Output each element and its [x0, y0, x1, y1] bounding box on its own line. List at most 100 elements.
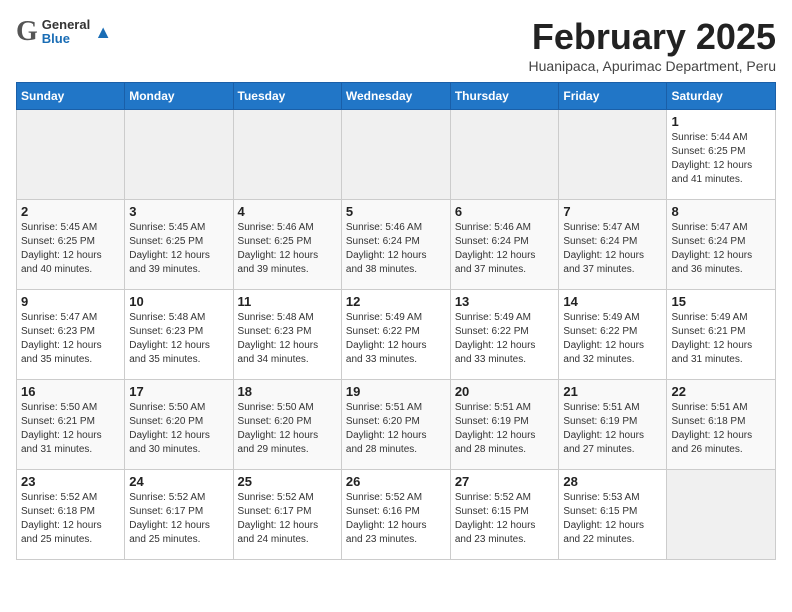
- day-info: Sunrise: 5:45 AM Sunset: 6:25 PM Dayligh…: [21, 221, 120, 277]
- calendar-cell: 2 Sunrise: 5:45 AM Sunset: 6:25 PM Daylig…: [17, 200, 125, 290]
- calendar-cell: 17 Sunrise: 5:50 AM Sunset: 6:20 PM Dayli…: [125, 380, 233, 470]
- day-number: 11: [238, 294, 337, 309]
- day-number: 9: [21, 294, 120, 309]
- day-number: 19: [346, 384, 446, 399]
- calendar-cell: 3 Sunrise: 5:45 AM Sunset: 6:25 PM Daylig…: [125, 200, 233, 290]
- calendar-cell: 6 Sunrise: 5:46 AM Sunset: 6:24 PM Daylig…: [450, 200, 559, 290]
- day-info: Sunrise: 5:51 AM Sunset: 6:20 PM Dayligh…: [346, 401, 446, 457]
- day-number: 26: [346, 474, 446, 489]
- day-info: Sunrise: 5:44 AM Sunset: 6:25 PM Dayligh…: [671, 131, 771, 187]
- title-area: February 2025 Huanipaca, Apurimac Depart…: [529, 16, 776, 74]
- weekday-header-saturday: Saturday: [667, 83, 776, 110]
- weekday-row: SundayMondayTuesdayWednesdayThursdayFrid…: [17, 83, 776, 110]
- day-info: Sunrise: 5:52 AM Sunset: 6:18 PM Dayligh…: [21, 491, 120, 547]
- day-info: Sunrise: 5:52 AM Sunset: 6:17 PM Dayligh…: [238, 491, 337, 547]
- logo-text-block: General Blue: [42, 18, 90, 47]
- day-number: 1: [671, 114, 771, 129]
- calendar-cell: 18Sunrise: 5:50 AM Sunset: 6:20 PM Dayli…: [233, 380, 341, 470]
- day-number: 27: [455, 474, 555, 489]
- header: G General Blue ▲ February 2025 Huanipaca…: [16, 16, 776, 74]
- day-number: 24: [129, 474, 228, 489]
- day-number: 22: [671, 384, 771, 399]
- calendar-cell: 5Sunrise: 5:46 AM Sunset: 6:24 PM Daylig…: [341, 200, 450, 290]
- logo-general-text: General: [42, 18, 90, 32]
- day-number: 13: [455, 294, 555, 309]
- day-info: Sunrise: 5:45 AM Sunset: 6:25 PM Dayligh…: [129, 221, 228, 277]
- calendar-cell: 4Sunrise: 5:46 AM Sunset: 6:25 PM Daylig…: [233, 200, 341, 290]
- calendar-cell: 7Sunrise: 5:47 AM Sunset: 6:24 PM Daylig…: [559, 200, 667, 290]
- day-info: Sunrise: 5:50 AM Sunset: 6:21 PM Dayligh…: [21, 401, 120, 457]
- calendar-week-3: 9 Sunrise: 5:47 AM Sunset: 6:23 PM Daylig…: [17, 290, 776, 380]
- calendar-week-1: 1 Sunrise: 5:44 AM Sunset: 6:25 PM Daylig…: [17, 110, 776, 200]
- calendar-cell: [559, 110, 667, 200]
- calendar-cell: 28 Sunrise: 5:53 AM Sunset: 6:15 PM Dayli…: [559, 470, 667, 560]
- day-info: Sunrise: 5:50 AM Sunset: 6:20 PM Dayligh…: [129, 401, 228, 457]
- weekday-header-friday: Friday: [559, 83, 667, 110]
- day-info: Sunrise: 5:49 AM Sunset: 6:22 PM Dayligh…: [346, 311, 446, 367]
- day-info: Sunrise: 5:49 AM Sunset: 6:21 PM Dayligh…: [671, 311, 771, 367]
- day-info: Sunrise: 5:47 AM Sunset: 6:24 PM Dayligh…: [563, 221, 662, 277]
- day-info: Sunrise: 5:52 AM Sunset: 6:16 PM Dayligh…: [346, 491, 446, 547]
- calendar-cell: 16 Sunrise: 5:50 AM Sunset: 6:21 PM Dayli…: [17, 380, 125, 470]
- logo-blue-text: Blue: [42, 32, 90, 46]
- calendar-cell: 22 Sunrise: 5:51 AM Sunset: 6:18 PM Dayli…: [667, 380, 776, 470]
- weekday-header-wednesday: Wednesday: [341, 83, 450, 110]
- day-number: 15: [671, 294, 771, 309]
- calendar-cell: 19 Sunrise: 5:51 AM Sunset: 6:20 PM Dayli…: [341, 380, 450, 470]
- day-info: Sunrise: 5:50 AM Sunset: 6:20 PM Dayligh…: [238, 401, 337, 457]
- calendar-header: SundayMondayTuesdayWednesdayThursdayFrid…: [17, 83, 776, 110]
- day-info: Sunrise: 5:51 AM Sunset: 6:18 PM Dayligh…: [671, 401, 771, 457]
- calendar-cell: 20Sunrise: 5:51 AM Sunset: 6:19 PM Dayli…: [450, 380, 559, 470]
- weekday-header-monday: Monday: [125, 83, 233, 110]
- calendar-cell: [125, 110, 233, 200]
- calendar-week-4: 16 Sunrise: 5:50 AM Sunset: 6:21 PM Dayli…: [17, 380, 776, 470]
- calendar-week-2: 2 Sunrise: 5:45 AM Sunset: 6:25 PM Daylig…: [17, 200, 776, 290]
- day-info: Sunrise: 5:53 AM Sunset: 6:15 PM Dayligh…: [563, 491, 662, 547]
- calendar-cell: [341, 110, 450, 200]
- day-number: 23: [21, 474, 120, 489]
- day-number: 28: [563, 474, 662, 489]
- day-info: Sunrise: 5:47 AM Sunset: 6:23 PM Dayligh…: [21, 311, 120, 367]
- day-number: 16: [21, 384, 120, 399]
- logo-g-letter: G: [16, 16, 38, 48]
- day-info: Sunrise: 5:49 AM Sunset: 6:22 PM Dayligh…: [455, 311, 555, 367]
- calendar-cell: [667, 470, 776, 560]
- day-number: 2: [21, 204, 120, 219]
- day-info: Sunrise: 5:47 AM Sunset: 6:24 PM Dayligh…: [671, 221, 771, 277]
- calendar-week-5: 23 Sunrise: 5:52 AM Sunset: 6:18 PM Dayli…: [17, 470, 776, 560]
- day-info: Sunrise: 5:49 AM Sunset: 6:22 PM Dayligh…: [563, 311, 662, 367]
- calendar-cell: 15 Sunrise: 5:49 AM Sunset: 6:21 PM Dayli…: [667, 290, 776, 380]
- calendar-cell: 1 Sunrise: 5:44 AM Sunset: 6:25 PM Daylig…: [667, 110, 776, 200]
- calendar-cell: 13 Sunrise: 5:49 AM Sunset: 6:22 PM Dayli…: [450, 290, 559, 380]
- calendar-table: SundayMondayTuesdayWednesdayThursdayFrid…: [16, 82, 776, 560]
- calendar-cell: [450, 110, 559, 200]
- calendar-cell: [17, 110, 125, 200]
- day-info: Sunrise: 5:48 AM Sunset: 6:23 PM Dayligh…: [129, 311, 228, 367]
- day-info: Sunrise: 5:46 AM Sunset: 6:24 PM Dayligh…: [346, 221, 446, 277]
- calendar-cell: 21Sunrise: 5:51 AM Sunset: 6:19 PM Dayli…: [559, 380, 667, 470]
- day-number: 17: [129, 384, 228, 399]
- calendar-cell: 10Sunrise: 5:48 AM Sunset: 6:23 PM Dayli…: [125, 290, 233, 380]
- day-number: 14: [563, 294, 662, 309]
- day-info: Sunrise: 5:48 AM Sunset: 6:23 PM Dayligh…: [238, 311, 337, 367]
- weekday-header-thursday: Thursday: [450, 83, 559, 110]
- day-number: 12: [346, 294, 446, 309]
- day-number: 6: [455, 204, 555, 219]
- day-number: 3: [129, 204, 228, 219]
- calendar-cell: 27 Sunrise: 5:52 AM Sunset: 6:15 PM Dayli…: [450, 470, 559, 560]
- month-title: February 2025: [529, 16, 776, 58]
- calendar-cell: 23 Sunrise: 5:52 AM Sunset: 6:18 PM Dayli…: [17, 470, 125, 560]
- day-number: 21: [563, 384, 662, 399]
- calendar-cell: 26 Sunrise: 5:52 AM Sunset: 6:16 PM Dayli…: [341, 470, 450, 560]
- calendar-cell: 8 Sunrise: 5:47 AM Sunset: 6:24 PM Daylig…: [667, 200, 776, 290]
- day-number: 8: [671, 204, 771, 219]
- location-subtitle: Huanipaca, Apurimac Department, Peru: [529, 58, 776, 74]
- weekday-header-tuesday: Tuesday: [233, 83, 341, 110]
- day-info: Sunrise: 5:46 AM Sunset: 6:24 PM Dayligh…: [455, 221, 555, 277]
- day-info: Sunrise: 5:52 AM Sunset: 6:15 PM Dayligh…: [455, 491, 555, 547]
- weekday-header-sunday: Sunday: [17, 83, 125, 110]
- calendar-cell: 24Sunrise: 5:52 AM Sunset: 6:17 PM Dayli…: [125, 470, 233, 560]
- calendar-cell: 14 Sunrise: 5:49 AM Sunset: 6:22 PM Dayli…: [559, 290, 667, 380]
- calendar-cell: [233, 110, 341, 200]
- calendar-cell: 9 Sunrise: 5:47 AM Sunset: 6:23 PM Daylig…: [17, 290, 125, 380]
